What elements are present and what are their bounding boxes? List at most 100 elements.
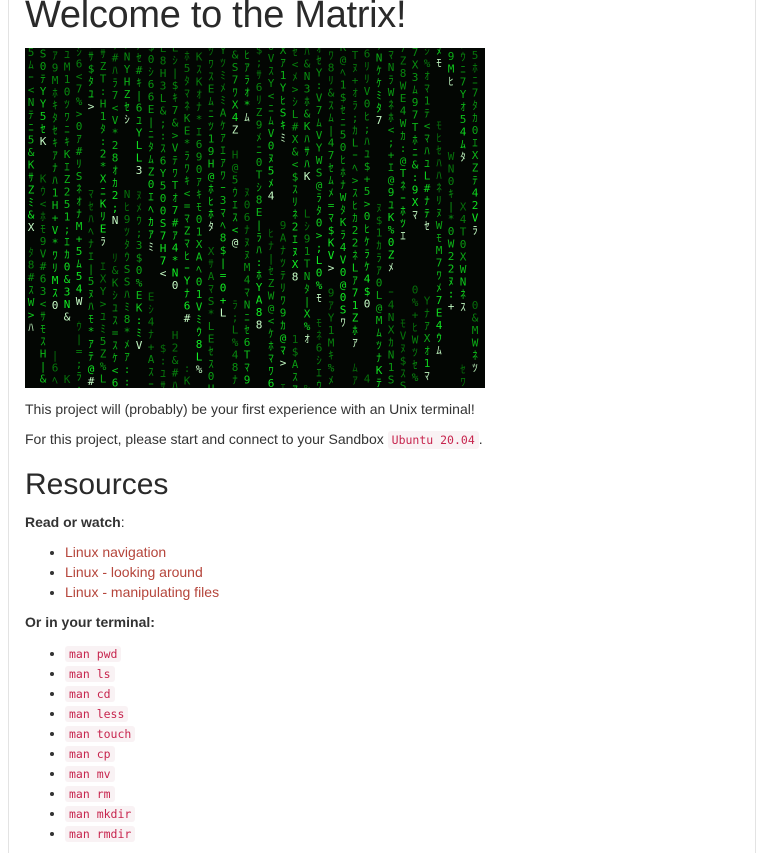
svg-text:ﾎ: ﾎ [352,324,358,337]
svg-text:ﾐ: ﾐ [196,313,202,326]
svg-text:M: M [52,274,59,287]
svg-text:Z: Z [400,54,407,67]
svg-text:ﾓ: ﾓ [436,119,442,132]
svg-text:0: 0 [388,236,395,249]
svg-text:V: V [268,127,275,140]
svg-text:;: ; [316,242,323,255]
svg-text:S: S [208,295,215,308]
svg-text:ﾑ: ﾑ [316,117,322,130]
svg-text:ｷ: ｷ [52,137,58,150]
svg-text:5: 5 [64,198,71,211]
svg-text:1: 1 [280,69,287,82]
svg-text:W: W [400,79,407,92]
svg-text:ﾐ: ﾐ [28,196,34,209]
svg-text:X: X [196,238,203,251]
svg-text:7: 7 [328,149,335,162]
svg-text:ｽ: ｽ [112,339,118,352]
svg-text:M: M [376,314,383,327]
svg-text:ｾ: ｾ [316,54,322,67]
svg-text:K: K [40,173,47,186]
svg-text:V: V [400,329,407,342]
svg-text:&: & [328,86,335,99]
link-linux-looking-around[interactable]: Linux - looking around [65,564,203,580]
svg-text:ﾆ: ﾆ [340,116,346,129]
svg-text:0: 0 [148,53,155,66]
svg-text:ﾑ: ﾑ [244,111,250,124]
svg-text:7: 7 [76,83,83,96]
svg-text:>: > [292,83,299,96]
svg-text:#: # [40,260,47,273]
svg-text:ﾆ: ﾆ [100,185,106,198]
svg-text:0: 0 [64,261,71,274]
svg-text:>: > [364,197,371,210]
svg-text:1: 1 [100,110,107,123]
svg-text:4: 4 [268,190,275,203]
svg-text:V: V [112,114,119,127]
svg-text:M: M [244,261,251,274]
svg-text:N: N [388,61,395,74]
svg-text:ｰ: ｰ [184,262,190,275]
list-item: man rm [65,783,135,803]
svg-text:#: # [136,64,143,77]
svg-text::: : [136,314,143,327]
svg-text:E: E [208,82,215,95]
svg-text:S: S [76,170,83,183]
svg-text:9: 9 [304,232,311,245]
svg-text:T: T [352,49,359,62]
svg-text:*: * [448,213,455,226]
svg-text:ﾆ: ﾆ [472,74,478,87]
svg-text:2: 2 [112,189,119,202]
svg-text:0: 0 [340,291,347,304]
svg-text:ｷ: ｷ [448,188,454,201]
sandbox-text: For this project, please start and conne… [25,431,483,449]
svg-text:Y: Y [328,311,335,324]
svg-text:Y: Y [316,142,323,155]
svg-text:ｴ: ｴ [88,250,94,263]
svg-text:ﾜ: ﾜ [436,269,442,282]
svg-text:4: 4 [76,283,83,296]
svg-text:K: K [40,135,47,148]
svg-text:+: + [412,308,419,321]
svg-text:ﾏ: ﾏ [184,237,190,250]
svg-text:K: K [196,50,203,63]
svg-text:1: 1 [328,324,335,337]
svg-text:ｻ: ｻ [208,257,214,270]
svg-text:ｱ: ｱ [196,175,202,188]
svg-text:ﾋ: ﾋ [208,195,214,208]
svg-text:0: 0 [64,86,71,99]
svg-text:ﾎ: ﾎ [388,111,394,124]
svg-text:ｴ: ｴ [148,190,154,203]
svg-text:3: 3 [304,82,311,95]
svg-text:H: H [172,329,179,342]
svg-text:|: | [148,115,155,128]
svg-text:Y: Y [136,126,143,139]
svg-text:>: > [28,309,35,322]
svg-text:ﾀ: ﾀ [340,204,346,217]
svg-text:ﾐ: ﾐ [124,300,130,313]
terminal-label: Or in your terminal: [25,614,155,630]
svg-text:ﾋ: ﾋ [364,222,370,235]
svg-text:ﾅ: ﾅ [148,328,154,341]
svg-text:ｰ: ｰ [400,192,406,205]
svg-text:ﾅ: ﾅ [196,100,202,113]
svg-text:ｱ: ｱ [244,61,250,74]
svg-text:Z: Z [148,165,155,178]
svg-text:>: > [316,229,323,242]
list-item: man less [65,703,135,723]
svg-text:ﾆ: ﾆ [268,102,274,115]
svg-text:N: N [460,275,467,288]
svg-text:X: X [232,98,239,111]
svg-text:ﾜ: ﾜ [280,294,286,307]
svg-text:8: 8 [160,54,167,67]
svg-text:8: 8 [292,270,299,283]
link-linux-navigation[interactable]: Linux navigation [65,544,166,560]
sandbox-code: Ubuntu 20.04 [387,431,479,449]
svg-text:#: # [184,312,191,325]
svg-text:L: L [220,307,227,320]
link-linux-manipulating-files[interactable]: Linux - manipulating files [65,584,219,600]
svg-text:9: 9 [280,219,287,232]
svg-text:ﾇ: ﾇ [244,249,250,262]
svg-text:ｵ: ｵ [424,344,430,357]
svg-text:=: = [328,199,335,212]
svg-text:0: 0 [364,210,371,223]
